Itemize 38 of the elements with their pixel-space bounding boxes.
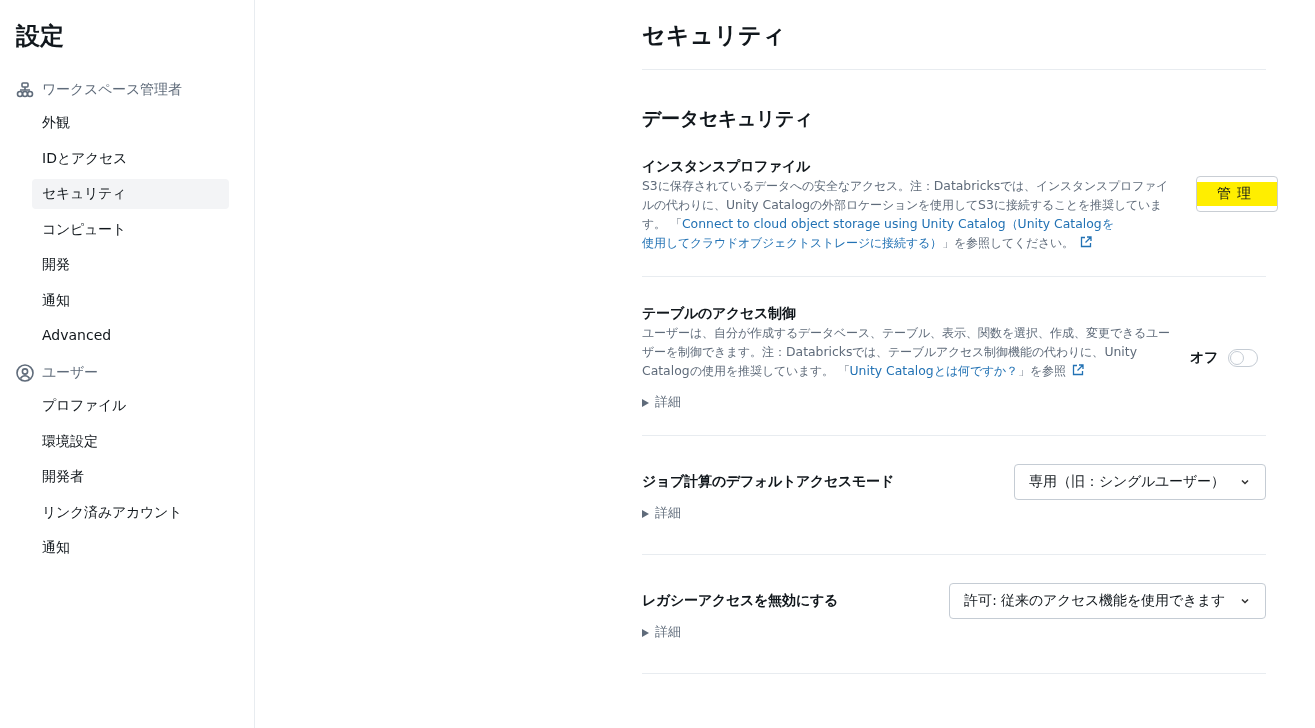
workspace-icon [16, 82, 34, 98]
group-heading: ユーザー [42, 364, 98, 382]
setting-title: レガシーアクセスを無効にする [642, 592, 839, 610]
user-icon [16, 364, 34, 382]
doc-link[interactable]: Connect to cloud object storage using Unity Catalog（Unity Catalogを [681, 216, 1114, 231]
external-link-icon [1080, 236, 1092, 248]
sidebar-item[interactable]: 環境設定 [32, 426, 229, 457]
sidebar-title: 設定 [16, 21, 65, 52]
details-toggle[interactable]: 詳細 [642, 624, 681, 641]
manage-button[interactable]: 管理 [1196, 176, 1278, 212]
setting-description: ユーザーは、自分が作成するデータベース、テーブル、表示、関数を選択、作成、変更できるユーザーを制御できます。注：Databricksでは、テーブルアクセス制御機能の代わりに、Unity Catalogの使用を推奨しています。 「Unity Catalogとは何ですか？」を参照 [642, 324, 1170, 380]
dropdown[interactable]: 許可: 従来のアクセス機能を使用できます [949, 583, 1266, 619]
sidebar-item[interactable]: セキュリティ [32, 179, 229, 209]
setting-description: S3に保存されているデータへの安全なアクセス。注：Databricksでは、インスタンスプロファイルの代わりに、Unity Catalogの外部ロケーションを使用してS3に接続することを推奨しています。 「Connect to cloud object storage using Unity Catalog（Unity Catalogを 使用してクラウドオブジェクトストレージに接続する）」を参照してください。 [642, 177, 1170, 252]
sidebar-item[interactable]: 開発 [32, 250, 229, 280]
setting-title: ジョブ計算のデフォルトアクセスモード [642, 473, 895, 491]
sidebar-item[interactable]: Advanced [32, 321, 229, 349]
details-toggle[interactable]: 詳細 [642, 394, 681, 411]
toggle-switch[interactable] [1228, 349, 1258, 367]
doc-link[interactable]: Unity Catalogとは何ですか？ [849, 363, 1018, 378]
section-title: データセキュリティ [642, 106, 814, 131]
sidebar-item[interactable]: IDとアクセス [32, 143, 229, 174]
details-toggle[interactable]: 詳細 [642, 505, 681, 522]
sidebar-item[interactable]: コンピュート [32, 214, 229, 245]
toggle-label: オフ [1190, 349, 1218, 367]
page-title: セキュリティ [642, 20, 1266, 70]
sidebar-item[interactable]: 通知 [32, 285, 229, 316]
external-link-icon [1071, 364, 1084, 376]
group-heading: ワークスペース管理者 [42, 81, 182, 99]
sidebar-item[interactable]: 外観 [32, 108, 229, 138]
sidebar-item[interactable]: 開発者 [32, 462, 229, 492]
doc-link[interactable]: 使用してクラウドオブジェクトストレージに接続する） [642, 235, 942, 250]
sidebar-item[interactable]: 通知 [32, 533, 229, 563]
dropdown[interactable]: 専用（旧：シングルユーザー） [1014, 464, 1266, 500]
setting-title: インスタンスプロファイル [642, 158, 811, 176]
sidebar-item[interactable]: リンク済みアカウント [32, 497, 229, 528]
sidebar-item[interactable]: プロファイル [32, 391, 229, 421]
setting-title: テーブルのアクセス制御 [642, 305, 797, 323]
